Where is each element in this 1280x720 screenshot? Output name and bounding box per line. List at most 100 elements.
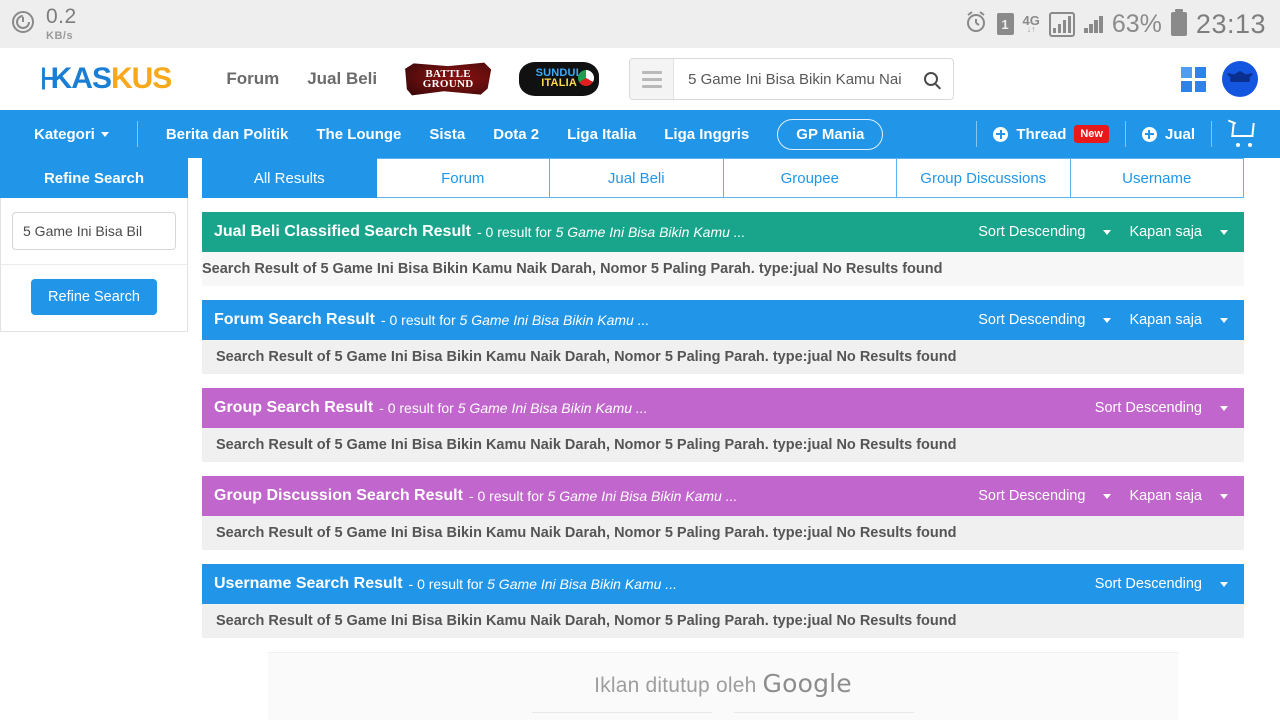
sort-dropdown[interactable]: Sort Descending bbox=[972, 308, 1117, 332]
result-tabs: All Results Forum Jual Beli Groupee Grou… bbox=[202, 158, 1244, 198]
search-submit-button[interactable] bbox=[909, 72, 953, 86]
chevron-down-icon bbox=[1103, 317, 1112, 323]
signal-strength-sim1-icon bbox=[1048, 11, 1076, 37]
data-speed-unit: KB/s bbox=[46, 29, 74, 42]
refine-search-input[interactable] bbox=[12, 212, 176, 250]
battle-ground-line2: GROUND bbox=[422, 78, 474, 90]
advertisement-area: Iklan ditutup oleh Google bbox=[202, 652, 1244, 720]
nav-item-dota-2[interactable]: Dota 2 bbox=[493, 126, 539, 143]
user-avatar[interactable] bbox=[1222, 61, 1258, 97]
section-header: Jual Beli Classified Search Result - 0 r… bbox=[202, 212, 1244, 252]
sort-dropdown[interactable]: Sort Descending bbox=[1089, 396, 1234, 420]
section-username: Username Search Result - 0 result for 5 … bbox=[202, 564, 1244, 638]
section-group: Group Search Result - 0 result for 5 Gam… bbox=[202, 388, 1244, 462]
section-body-text: Search Result of 5 Game Ini Bisa Bikin K… bbox=[202, 340, 1244, 374]
search-icon bbox=[924, 72, 939, 86]
tab-username[interactable]: Username bbox=[1070, 158, 1244, 198]
date-dropdown[interactable]: Kapan saja bbox=[1123, 308, 1234, 332]
sort-dropdown-label: Sort Descending bbox=[1094, 400, 1202, 416]
tab-jual-beli[interactable]: Jual Beli bbox=[550, 158, 724, 198]
section-result-count: - 0 result for bbox=[477, 224, 552, 240]
sundul-italia-banner[interactable]: SUNDUL ITALIA bbox=[519, 62, 600, 96]
ad-slot-left[interactable] bbox=[532, 712, 712, 720]
section-body-text: Search Result of 5 Game Ini Bisa Bikin K… bbox=[202, 252, 1244, 286]
nav-item-berita-dan-politik[interactable]: Berita dan Politik bbox=[166, 126, 289, 143]
nav-item-liga-italia[interactable]: Liga Italia bbox=[567, 126, 636, 143]
header-nav: Forum Jual Beli BATTLE GROUND SUNDUL ITA… bbox=[226, 62, 600, 96]
section-header: Username Search Result - 0 result for 5 … bbox=[202, 564, 1244, 604]
header-link-forum[interactable]: Forum bbox=[226, 69, 279, 89]
section-title: Username Search Result bbox=[214, 575, 403, 592]
section-tools: Sort Descending bbox=[1089, 572, 1234, 596]
refine-search-button[interactable]: Refine Search bbox=[31, 279, 157, 315]
section-title: Jual Beli Classified Search Result bbox=[214, 223, 471, 240]
sort-dropdown[interactable]: Sort Descending bbox=[1089, 572, 1234, 596]
tab-groupee[interactable]: Groupee bbox=[723, 158, 897, 198]
section-query: 5 Game Ini Bisa Bikin Kamu ... bbox=[487, 576, 677, 592]
date-dropdown-label: Kapan saja bbox=[1129, 488, 1202, 504]
chevron-down-icon bbox=[1220, 493, 1228, 499]
create-jual-button[interactable]: Jual bbox=[1141, 125, 1195, 143]
section-tools: Sort Descending Kapan saja bbox=[972, 484, 1234, 508]
google-brand-label: Google bbox=[762, 669, 852, 698]
ad-container: Iklan ditutup oleh Google bbox=[268, 652, 1178, 720]
data-usage-icon bbox=[10, 9, 36, 40]
data-speed-value: 0.2 bbox=[46, 4, 77, 28]
status-bar-right: 1 4G ↓↑ 63% 23:13 bbox=[964, 9, 1266, 40]
nav-item-liga-inggris[interactable]: Liga Inggris bbox=[664, 126, 749, 143]
section-subtitle: - 0 result for 5 Game Ini Bisa Bikin Kam… bbox=[409, 576, 677, 592]
header-link-jual-beli[interactable]: Jual Beli bbox=[307, 69, 377, 89]
apps-grid-icon[interactable] bbox=[1181, 66, 1206, 92]
date-dropdown[interactable]: Kapan saja bbox=[1123, 220, 1234, 244]
search-category-menu-icon[interactable] bbox=[630, 59, 675, 99]
section-title: Group Search Result bbox=[214, 399, 374, 416]
section-jual-beli-classified: Jual Beli Classified Search Result - 0 r… bbox=[202, 212, 1244, 286]
battery-percent: 63% bbox=[1111, 9, 1162, 38]
date-dropdown-label: Kapan saja bbox=[1129, 224, 1202, 240]
site-header: ⊦ KAS KUS Forum Jual Beli BATTLE GROUND SU… bbox=[0, 48, 1280, 110]
ad-closed-text: Iklan ditutup oleh bbox=[594, 674, 757, 697]
section-body-text: Search Result of 5 Game Ini Bisa Bikin K… bbox=[202, 516, 1244, 550]
nav-kategori[interactable]: Kategori bbox=[34, 126, 109, 143]
shopping-cart-icon[interactable] bbox=[1227, 119, 1258, 147]
section-tools: Sort Descending Kapan saja bbox=[972, 308, 1234, 332]
section-subtitle: - 0 result for 5 Game Ini Bisa Bikin Kam… bbox=[477, 224, 745, 240]
kaskus-logo[interactable]: ⊦ KAS KUS bbox=[40, 62, 172, 97]
date-dropdown[interactable]: Kapan saja bbox=[1123, 484, 1234, 508]
chevron-down-icon bbox=[1220, 581, 1228, 587]
sort-dropdown[interactable]: Sort Descending bbox=[972, 220, 1117, 244]
chevron-down-icon bbox=[100, 132, 109, 138]
sort-dropdown-label: Sort Descending bbox=[978, 488, 1086, 504]
sort-dropdown-label: Sort Descending bbox=[978, 224, 1086, 240]
nav-item-gp-mania[interactable]: GP Mania bbox=[777, 118, 884, 150]
section-query: 5 Game Ini Bisa Bikin Kamu ... bbox=[547, 488, 738, 504]
ad-slot-right[interactable] bbox=[734, 712, 914, 720]
search-input[interactable] bbox=[674, 70, 910, 88]
android-status-bar: 0.2 KB/s 1 4G ↓↑ 63% 23:13 bbox=[0, 0, 1280, 48]
section-body-text: Search Result of 5 Game Ini Bisa Bikin K… bbox=[202, 604, 1244, 638]
search-results-content: All Results Forum Jual Beli Groupee Grou… bbox=[188, 158, 1280, 720]
status-bar-clock: 23:13 bbox=[1195, 8, 1266, 39]
logo-text-second: KUS bbox=[110, 62, 172, 95]
sort-dropdown[interactable]: Sort Descending bbox=[972, 484, 1117, 508]
sort-dropdown-label: Sort Descending bbox=[978, 312, 1086, 328]
nav-item-the-lounge[interactable]: The Lounge bbox=[316, 126, 401, 143]
chevron-down-icon bbox=[1220, 229, 1228, 235]
tab-group-discussions[interactable]: Group Discussions bbox=[897, 158, 1071, 198]
battle-ground-banner[interactable]: BATTLE GROUND bbox=[405, 62, 492, 96]
refine-divider bbox=[1, 264, 187, 265]
nav-item-sista[interactable]: Sista bbox=[429, 126, 465, 143]
section-body-text: Search Result of 5 Game Ini Bisa Bikin K… bbox=[202, 428, 1244, 462]
battery-icon bbox=[1170, 9, 1187, 36]
create-thread-button[interactable]: Thread New bbox=[993, 125, 1109, 143]
chevron-down-icon bbox=[1220, 405, 1228, 411]
tab-forum[interactable]: Forum bbox=[376, 158, 550, 198]
navbar-actions: Thread New Jual bbox=[976, 119, 1258, 147]
nav-divider-right-3 bbox=[1211, 121, 1212, 147]
section-header: Forum Search Result - 0 result for 5 Gam… bbox=[202, 300, 1244, 340]
section-tools: Sort Descending Kapan saja bbox=[972, 220, 1234, 244]
sim-card-icon: 1 bbox=[996, 13, 1014, 35]
refine-search-sidebar: Refine Search Refine Search bbox=[0, 158, 188, 332]
tab-all-results[interactable]: All Results bbox=[202, 158, 377, 198]
create-jual-label: Jual bbox=[1164, 125, 1195, 143]
